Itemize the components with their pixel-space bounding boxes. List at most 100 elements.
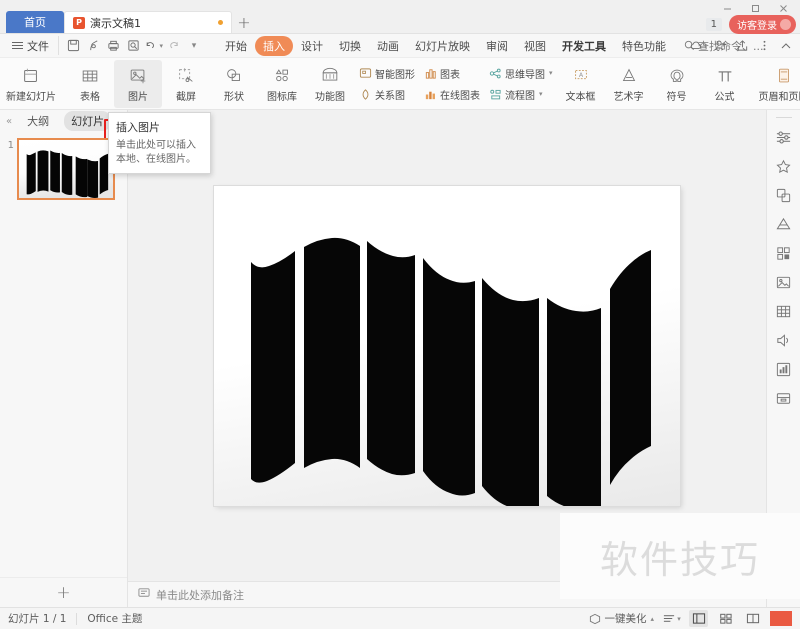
collapse-panel-icon[interactable]: « — [6, 116, 12, 127]
audio-icon[interactable] — [771, 327, 797, 353]
file-menu-label: 文件 — [27, 39, 49, 53]
collapse-ribbon-icon[interactable] — [776, 36, 796, 56]
tab-review[interactable]: 审阅 — [478, 36, 516, 56]
zoom-control[interactable] — [770, 611, 792, 626]
home-tab[interactable]: 首页 — [6, 11, 64, 33]
slide-thumbnail-1[interactable] — [17, 138, 115, 200]
slide-canvas-area[interactable] — [128, 110, 766, 581]
tab-special-features[interactable]: 特色功能 — [614, 36, 674, 56]
function-chart-label: 功能图 — [315, 91, 345, 103]
tab-insert[interactable]: 插入 — [255, 35, 293, 56]
new-slide-icon — [21, 65, 41, 87]
new-tab-button[interactable]: + — [232, 11, 256, 33]
wordart-button[interactable]: 艺术字 — [605, 60, 653, 108]
undo-icon[interactable]: ▾ — [144, 36, 163, 55]
more-options-icon[interactable] — [754, 36, 774, 56]
table-button[interactable]: 表格 — [66, 60, 114, 108]
close-icon[interactable] — [770, 0, 796, 16]
new-slide-button[interactable]: 新建幻灯片 — [2, 60, 60, 108]
share-person-icon[interactable] — [710, 36, 730, 56]
ai-star-icon[interactable] — [771, 153, 797, 179]
save-icon[interactable] — [64, 36, 83, 55]
export-pdf-icon[interactable] — [84, 36, 103, 55]
notification-badge[interactable]: 1 — [705, 18, 722, 31]
mindmap-icon — [488, 66, 502, 80]
slides-tab[interactable]: 幻灯片 — [64, 111, 112, 131]
tab-developer-tools[interactable]: 开发工具 — [554, 36, 614, 56]
upload-share-icon[interactable] — [732, 36, 752, 56]
duplicate-shape-icon[interactable] — [771, 182, 797, 208]
minimize-icon[interactable] — [714, 0, 740, 16]
textbox-button[interactable]: A 文本框 — [557, 60, 605, 108]
beautify-button[interactable]: 一键美化 ▴ — [589, 611, 654, 626]
table-icon — [80, 65, 100, 87]
tab-animation[interactable]: 动画 — [369, 36, 407, 56]
quick-access-toolbar: ▾ ▾ — [58, 36, 203, 55]
screenshot-button[interactable]: 截屏 — [162, 60, 210, 108]
shapes-button[interactable]: 形状 — [210, 60, 258, 108]
ribbon-tabs: 开始 插入 设计 切换 动画 幻灯片放映 审阅 视图 开发工具 特色功能 查找命… — [217, 35, 764, 56]
flowchart-caret-icon[interactable]: ▾ — [539, 90, 543, 98]
maximize-icon[interactable] — [742, 0, 768, 16]
apps-grid-icon[interactable] — [771, 240, 797, 266]
slide-thumbnail-item[interactable]: 1 — [4, 138, 123, 200]
status-bar: 幻灯片 1 / 1 Office 主题 一键美化 ▴ ▾ — [0, 607, 800, 629]
theme-status[interactable]: Office 主题 — [87, 611, 142, 626]
tab-view[interactable]: 视图 — [516, 36, 554, 56]
3d-shape-icon[interactable] — [771, 211, 797, 237]
guest-login-button[interactable]: 访客登录 — [729, 15, 796, 34]
reading-view-icon[interactable] — [743, 610, 762, 627]
slide-sorter-view-icon[interactable] — [716, 610, 735, 627]
file-menu-button[interactable]: 文件 — [6, 38, 55, 54]
cloud-sync-icon[interactable]: ▾ — [688, 36, 708, 56]
function-chart-icon — [320, 65, 340, 87]
function-chart-button[interactable]: 功能图 — [306, 60, 354, 108]
header-footer-button[interactable]: 页眉和页脚 — [755, 60, 800, 108]
mindmap-caret-icon[interactable]: ▾ — [549, 69, 553, 77]
account-area: 1 访客登录 — [705, 15, 796, 34]
picture-button[interactable]: 图片 — [114, 59, 162, 108]
relation-diagram-label: 关系图 — [375, 90, 405, 102]
wps-presentation-icon: P — [73, 16, 85, 29]
box-icon[interactable] — [771, 385, 797, 411]
wordart-label: 艺术字 — [613, 91, 644, 103]
ribbon-toolbar: 新建幻灯片 表格 图片 截屏 形状 图标库 功能图 智能图形 关系图 图表 在线… — [0, 58, 800, 165]
image-library-icon[interactable] — [771, 269, 797, 295]
formula-button[interactable]: 公式 — [701, 60, 749, 108]
icon-library-button[interactable]: 图标库 — [258, 60, 306, 108]
tab-slideshow[interactable]: 幻灯片放映 — [407, 36, 478, 56]
redo-icon[interactable] — [164, 36, 183, 55]
screenshot-icon — [176, 65, 196, 87]
mindmap-button[interactable]: 思维导图 ▾ — [484, 64, 557, 83]
print-preview-icon[interactable] — [124, 36, 143, 55]
slide-count-status: 幻灯片 1 / 1 — [8, 613, 67, 625]
ribbon-group-text: A 文本框 艺术字 符号 公式 — [557, 58, 749, 109]
tab-transition[interactable]: 切换 — [331, 36, 369, 56]
slide-canvas[interactable] — [214, 185, 680, 506]
formula-icon — [715, 65, 735, 87]
tab-design[interactable]: 设计 — [293, 36, 331, 56]
symbol-button[interactable]: 符号 — [653, 60, 701, 108]
outline-view-icon[interactable]: ▾ — [662, 610, 681, 627]
black-wavy-folding-screen[interactable] — [214, 186, 680, 506]
picture-button-tooltip: 插入图片 单击此处可以插入本地、在线图片。 — [108, 112, 211, 174]
chart-library-icon[interactable] — [771, 356, 797, 382]
relation-diagram-button[interactable]: 关系图 — [354, 85, 419, 104]
beautify-caret-icon[interactable]: ▴ — [650, 615, 654, 623]
tab-start[interactable]: 开始 — [217, 36, 255, 56]
online-chart-button[interactable]: 在线图表 — [419, 85, 484, 104]
add-slide-button[interactable]: + — [56, 583, 70, 603]
document-tab[interactable]: P 演示文稿1 — [64, 11, 232, 33]
outline-tab[interactable]: 大纲 — [20, 111, 56, 131]
flowchart-button[interactable]: 流程图 ▾ — [484, 85, 557, 104]
properties-sliders-icon[interactable] — [771, 124, 797, 150]
customize-qat-icon[interactable]: ▾ — [184, 36, 203, 55]
table-library-icon[interactable] — [771, 298, 797, 324]
print-icon[interactable] — [104, 36, 123, 55]
normal-view-icon[interactable] — [689, 610, 708, 627]
symbol-icon — [667, 65, 687, 87]
wordart-icon — [619, 65, 639, 87]
chart-button[interactable]: 图表 — [419, 64, 484, 83]
smartart-button[interactable]: 智能图形 — [354, 64, 419, 83]
picture-icon — [128, 65, 148, 87]
